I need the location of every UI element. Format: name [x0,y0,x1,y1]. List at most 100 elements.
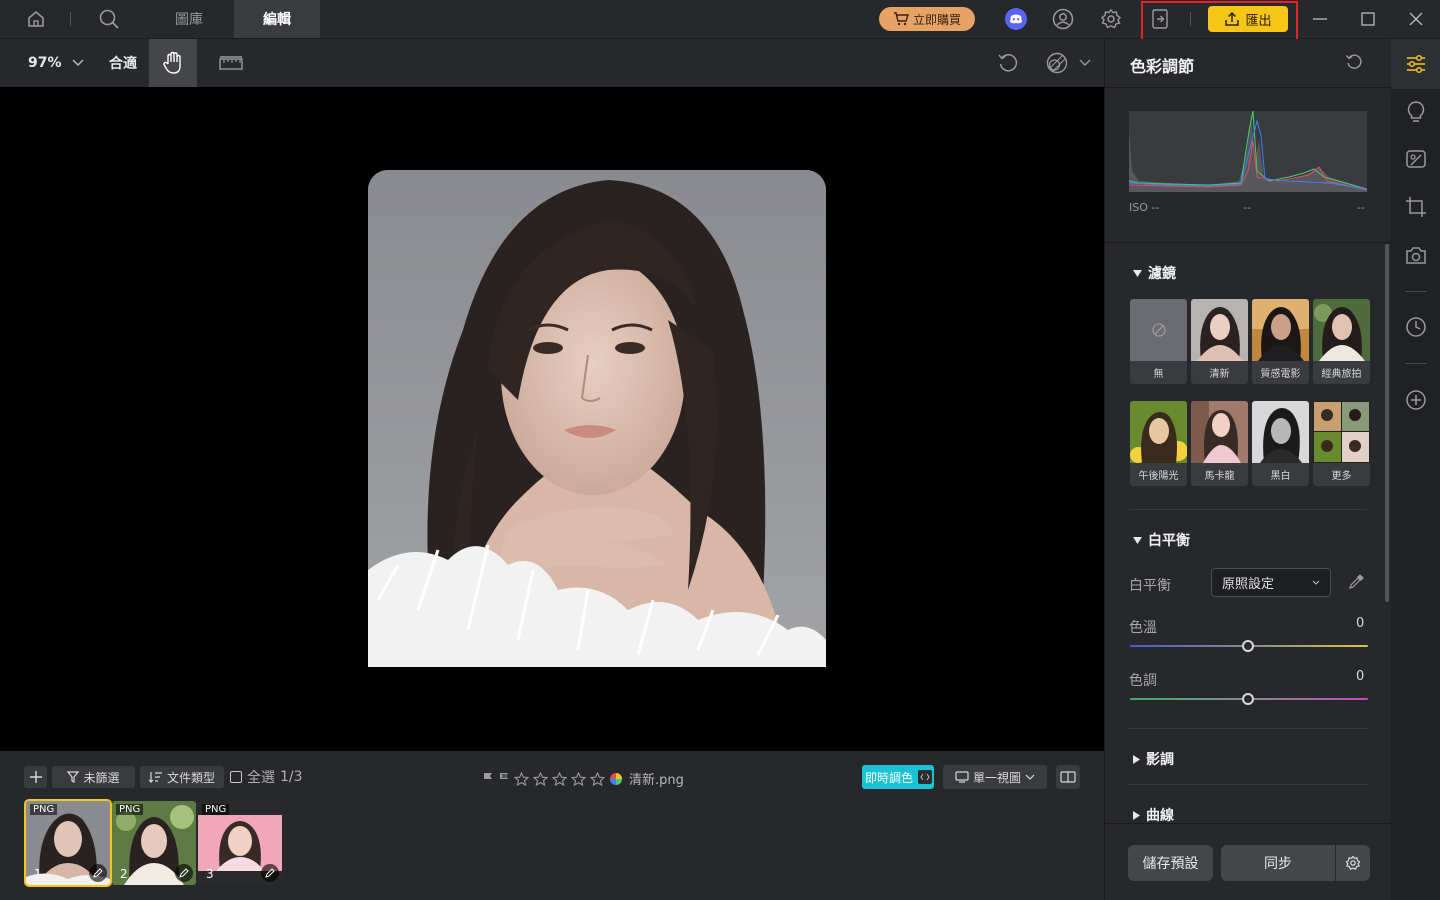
import-icon[interactable] [1146,5,1174,33]
undo-icon[interactable] [994,49,1022,77]
buy-now-button[interactable]: 立即購買 [879,7,975,31]
filename-label: 清新.png [629,773,684,788]
temperature-value: 0 [1356,616,1365,631]
upload-icon [1224,11,1240,27]
view-mode-dropdown[interactable]: 單一視圖 [943,765,1047,789]
caret-right-icon [1133,754,1140,764]
caret-down-icon [1133,269,1142,277]
retouch-image-icon[interactable] [1401,144,1431,174]
star-1-icon[interactable] [514,771,529,786]
chevron-down-icon [1312,580,1320,585]
hand-tool-button[interactable] [149,39,197,87]
caret-right-icon [1133,810,1140,820]
edited-photo[interactable] [368,170,826,667]
close-icon[interactable] [1402,5,1430,33]
thumbnail-1-type: PNG [30,804,58,815]
curves-section-header[interactable]: 曲線 [1133,805,1174,825]
lightbulb-icon[interactable] [1401,97,1431,127]
panel-scrollbar[interactable] [1385,244,1389,602]
save-preset-button[interactable]: 儲存預設 [1128,845,1213,881]
account-icon[interactable] [1049,5,1077,33]
monitor-icon [955,771,969,783]
compare-overlay-icon[interactable] [1043,49,1071,77]
filters-section-header[interactable]: 濾鏡 [1133,263,1176,283]
live-color-toggle[interactable]: 即時調色 [862,765,934,789]
discord-icon[interactable] [1002,5,1030,33]
histogram-mid-readout: -- [1243,201,1251,214]
chevron-down-icon [72,59,84,67]
filter-travel[interactable]: 經典旅拍 [1313,299,1370,384]
thumbnail-3[interactable]: PNG 3 [198,801,282,885]
split-view-icon [1060,771,1076,783]
adjust-sliders-icon[interactable] [1401,49,1431,79]
white-balance-section-header[interactable]: 白平衡 [1133,530,1190,550]
image-canvas[interactable] [0,87,1104,751]
zoom-select[interactable]: 97% [28,39,84,87]
reset-icon[interactable] [1345,53,1363,71]
camera-icon[interactable] [1401,240,1431,270]
search-icon[interactable] [95,5,123,33]
star-2-icon[interactable] [533,771,548,786]
title-bar: 圖庫 編輯 立即購買 匯出 [0,0,1440,41]
select-all-checkbox[interactable]: 全選 1/3 [230,766,303,788]
white-balance-label: 白平衡 [1129,578,1171,594]
temperature-slider-knob[interactable] [1242,640,1254,652]
filter-dropdown[interactable]: 未篩選 [52,766,135,788]
fit-button[interactable]: 合適 [109,39,137,87]
flag-icon[interactable] [482,772,494,786]
sync-button[interactable]: 同步 [1221,845,1335,881]
filter-afternoon-sun[interactable]: 午後陽光 [1130,401,1187,486]
history-clock-icon[interactable] [1401,312,1431,342]
star-5-icon[interactable] [590,771,605,786]
filter-fresh[interactable]: 清新 [1191,299,1248,384]
filter-macaron[interactable]: 馬卡龍 [1191,401,1248,486]
sync-settings-button[interactable] [1336,845,1370,881]
thumbnail-1[interactable]: PNG 1 [24,799,112,887]
tint-slider-knob[interactable] [1242,693,1254,705]
crop-icon[interactable] [1401,192,1431,222]
filter-more[interactable]: 更多 [1313,401,1370,486]
select-all-label: 全選 [247,770,275,786]
pencil-icon[interactable] [89,864,107,882]
iso-readout: ISO -- [1129,201,1160,214]
tab-library[interactable]: 圖庫 [146,0,232,38]
ruler-icon[interactable] [217,49,245,77]
thumbnail-3-number: 3 [206,867,214,881]
pencil-icon[interactable] [175,864,193,882]
rating-row: 清新.png [482,769,684,788]
color-label-icon[interactable] [609,772,623,786]
filters-title: 濾鏡 [1148,266,1176,282]
tone-section-header[interactable]: 影調 [1133,749,1174,769]
filter-cinematic[interactable]: 質感電影 [1252,299,1309,384]
eyedropper-icon[interactable] [1348,574,1364,590]
compare-chevron-down-icon[interactable] [1074,49,1096,77]
tint-value: 0 [1356,669,1365,684]
export-button[interactable]: 匯出 [1208,6,1288,32]
tone-title: 影調 [1146,752,1174,768]
add-circle-icon[interactable] [1401,385,1431,415]
white-balance-select[interactable]: 原照設定 [1211,568,1331,597]
pencil-icon[interactable] [261,864,279,882]
filter-black-white[interactable]: 黑白 [1252,401,1309,486]
split-view-button[interactable] [1056,765,1080,789]
view-mode-label: 單一視圖 [972,770,1021,785]
settings-gear-icon[interactable] [1097,5,1125,33]
none-icon [1130,299,1187,361]
thumbnail-2[interactable]: PNG 2 [112,801,196,885]
thumbnail-1-number: 1 [34,867,42,881]
tab-edit[interactable]: 編輯 [234,0,320,38]
panel-title: 色彩調節 [1130,57,1195,76]
star-3-icon[interactable] [552,771,567,786]
filter-travel-label: 經典旅拍 [1321,369,1362,380]
reject-flag-icon[interactable] [498,772,510,786]
add-photo-button[interactable] [24,766,47,788]
home-icon[interactable] [22,5,50,33]
maximize-icon[interactable] [1354,5,1382,33]
filter-black-white-label: 黑白 [1270,471,1291,482]
filter-none[interactable]: 無 [1130,299,1187,384]
star-4-icon[interactable] [571,771,586,786]
filetype-sort-dropdown[interactable]: 文件類型 [140,766,224,788]
filter-label: 未篩選 [83,770,120,785]
export-label: 匯出 [1245,13,1272,29]
minimize-icon[interactable] [1306,5,1334,33]
